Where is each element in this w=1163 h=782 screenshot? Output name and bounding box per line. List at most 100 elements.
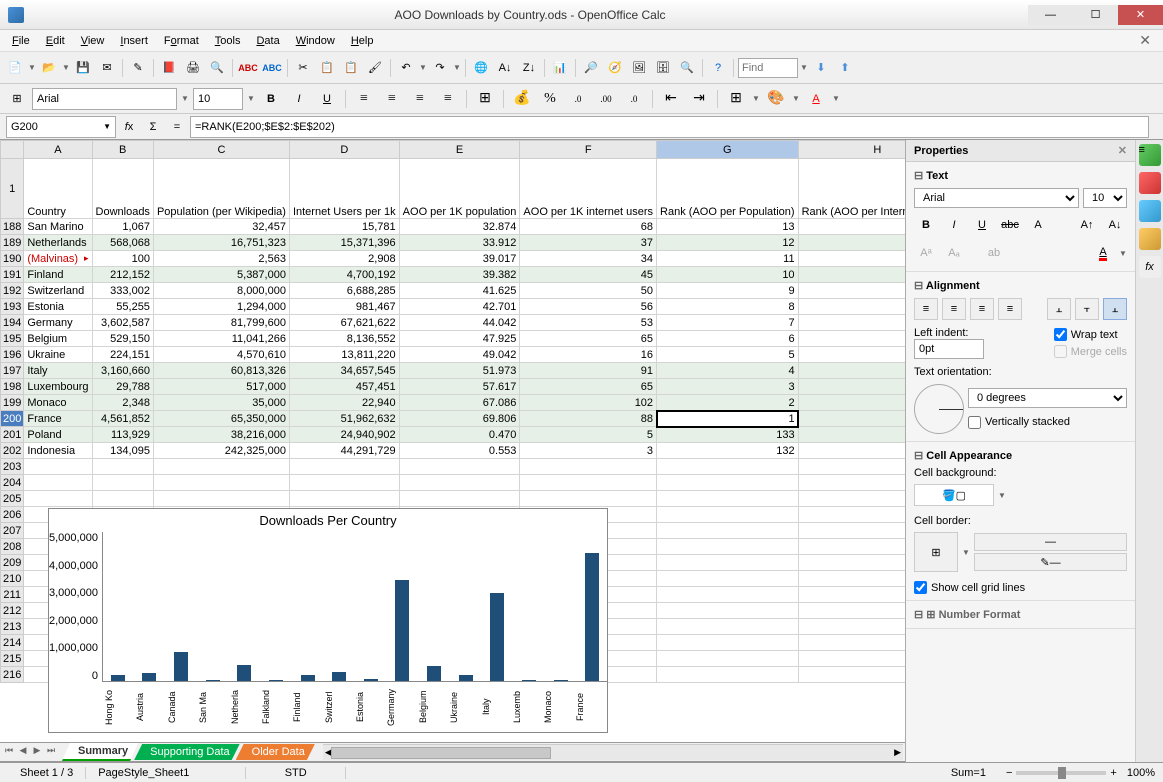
cell[interactable]: 12 — [657, 235, 799, 251]
percent-button[interactable]: % — [538, 88, 562, 110]
close-button[interactable]: ✕ — [1118, 5, 1163, 25]
paste-icon[interactable]: 📋 — [340, 57, 362, 79]
cell[interactable]: Poland — [24, 427, 92, 443]
cell[interactable]: 13,811,220 — [289, 347, 399, 363]
cell[interactable]: 10 — [657, 267, 799, 283]
help-icon[interactable]: ? — [707, 57, 729, 79]
menu-data[interactable]: Data — [248, 33, 287, 49]
status-pagestyle[interactable]: PageStyle_Sheet1 — [86, 767, 246, 779]
cell[interactable]: 11,041,266 — [153, 331, 289, 347]
cell[interactable]: 3,602,587 — [92, 315, 153, 331]
cell[interactable]: 100 — [92, 251, 153, 267]
prop-underline-button[interactable]: U — [970, 214, 994, 236]
cell[interactable]: 34,657,545 — [289, 363, 399, 379]
cell[interactable]: 51.973 — [399, 363, 520, 379]
cell[interactable]: 5 — [520, 427, 657, 443]
valign-top-icon[interactable]: ⫠ — [1047, 298, 1071, 320]
menu-window[interactable]: Window — [288, 33, 343, 49]
cut-icon[interactable]: ✂ — [292, 57, 314, 79]
prop-bold-button[interactable]: B — [914, 214, 938, 236]
open-icon[interactable]: 📂 — [38, 57, 60, 79]
cell[interactable]: 69.806 — [399, 411, 520, 427]
preview-icon[interactable]: 🔍 — [206, 57, 228, 79]
cell[interactable]: 142 — [798, 443, 905, 459]
cell[interactable]: 14 — [798, 235, 905, 251]
vstack-checkbox[interactable] — [968, 416, 981, 429]
cell[interactable]: 7 — [657, 315, 799, 331]
cell[interactable]: Italy — [24, 363, 92, 379]
cell[interactable]: 529,150 — [92, 331, 153, 347]
text-section-title[interactable]: Text — [914, 166, 1127, 185]
menu-format[interactable]: Format — [156, 33, 207, 49]
cell[interactable]: 212,152 — [92, 267, 153, 283]
properties-deck-icon[interactable]: ≡ — [1139, 144, 1161, 166]
cell[interactable]: 44 — [798, 347, 905, 363]
cell[interactable]: 2 — [657, 395, 799, 411]
cell[interactable]: 35,000 — [153, 395, 289, 411]
fontcolor-button[interactable]: A — [804, 88, 828, 110]
cell[interactable]: 4 — [798, 219, 905, 235]
cell[interactable]: 134,095 — [92, 443, 153, 459]
wrap-text-checkbox[interactable] — [1054, 328, 1067, 341]
align-left-icon[interactable]: ≡ — [914, 298, 938, 320]
spellcheck-icon[interactable]: ABC — [237, 57, 259, 79]
cell[interactable]: 1,067 — [92, 219, 153, 235]
cell[interactable]: 22,940 — [289, 395, 399, 411]
redo-icon[interactable]: ↷ — [429, 57, 451, 79]
del-decimal-button[interactable]: .0 — [622, 88, 646, 110]
equals-icon[interactable]: = — [166, 116, 188, 138]
orientation-dial[interactable] — [914, 384, 964, 434]
cell[interactable]: Finland — [24, 267, 92, 283]
align-center-button[interactable]: ≡ — [380, 88, 404, 110]
menu-edit[interactable]: Edit — [38, 33, 73, 49]
navigator-deck-icon[interactable] — [1139, 228, 1161, 250]
col-header-H[interactable]: H — [798, 141, 905, 159]
cell[interactable]: 49.042 — [399, 347, 520, 363]
scroll-thumb[interactable] — [331, 747, 551, 759]
cell[interactable]: 2,348 — [92, 395, 153, 411]
select-all-corner[interactable] — [1, 141, 24, 159]
cell[interactable]: 91 — [520, 363, 657, 379]
cell[interactable]: 39.017 — [399, 251, 520, 267]
cell[interactable]: 7 — [798, 299, 905, 315]
autospell-icon[interactable]: ABC — [261, 57, 283, 79]
cell[interactable]: 3 — [798, 411, 905, 427]
zoom-value[interactable]: 100% — [1127, 767, 1155, 779]
cell[interactable]: 33.912 — [399, 235, 520, 251]
tab-last-icon[interactable]: ⏭ — [44, 745, 58, 759]
cell[interactable]: 4 — [657, 363, 799, 379]
cell[interactable]: 6 — [657, 331, 799, 347]
cell[interactable]: 8 — [798, 315, 905, 331]
spreadsheet-grid[interactable]: ABCDEFGHIJ 1 CountryDownloadsPopulation … — [0, 140, 905, 742]
cell[interactable]: 16,751,323 — [153, 235, 289, 251]
cell[interactable]: 1,294,000 — [153, 299, 289, 315]
cell[interactable]: 67,621,622 — [289, 315, 399, 331]
row-header[interactable]: 202 — [1, 443, 24, 459]
save-icon[interactable]: 💾 — [72, 57, 94, 79]
cell[interactable]: 15,371,396 — [289, 235, 399, 251]
alignment-section-title[interactable]: Alignment — [914, 276, 1127, 295]
cell[interactable]: 55,255 — [92, 299, 153, 315]
align-right-button[interactable]: ≡ — [408, 88, 432, 110]
formula-input[interactable]: =RANK(E200;$E$2:$E$202) — [190, 116, 1149, 138]
cell[interactable]: 2,563 — [153, 251, 289, 267]
cell[interactable]: Monaco — [24, 395, 92, 411]
cell[interactable]: 4,561,852 — [92, 411, 153, 427]
sort-asc-icon[interactable]: A↓ — [494, 57, 516, 79]
styles-deck-icon[interactable] — [1139, 172, 1161, 194]
cell-reference-input[interactable]: G200▼ — [6, 116, 116, 138]
border-button[interactable]: ⊞ — [724, 88, 748, 110]
pdf-icon[interactable]: 📕 — [158, 57, 180, 79]
cell[interactable]: 57.617 — [399, 379, 520, 395]
cell[interactable]: 41.625 — [399, 283, 520, 299]
cell[interactable]: 39.382 — [399, 267, 520, 283]
row-header[interactable]: 190 — [1, 251, 24, 267]
cell[interactable]: 4,570,610 — [153, 347, 289, 363]
cell[interactable]: 32,457 — [153, 219, 289, 235]
cell[interactable]: 67.086 — [399, 395, 520, 411]
prop-italic-button[interactable]: I — [942, 214, 966, 236]
cell[interactable]: Ukraine — [24, 347, 92, 363]
find-input[interactable] — [738, 58, 798, 78]
cell[interactable]: France — [24, 411, 92, 427]
cell[interactable]: 42.701 — [399, 299, 520, 315]
